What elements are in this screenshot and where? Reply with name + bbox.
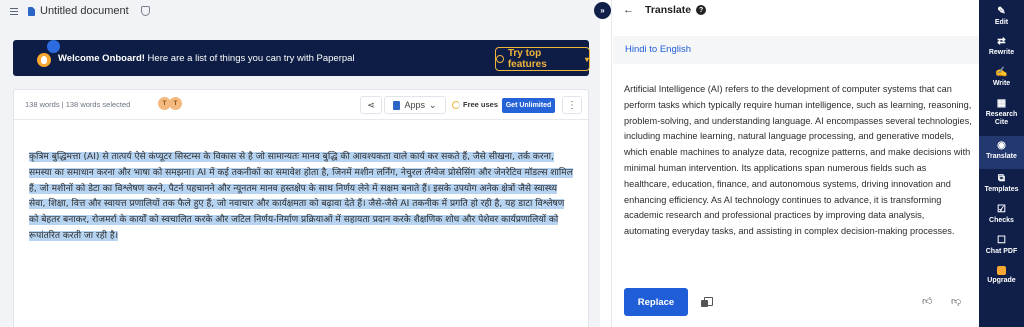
language-pair-label: Hindi to English <box>625 44 692 55</box>
editor-region: Untitled document Welcome Onboard! Here … <box>0 0 600 327</box>
rail-item-label: Write <box>992 80 1011 87</box>
avatar[interactable]: T <box>169 97 182 110</box>
back-arrow-icon[interactable]: ← <box>623 4 634 16</box>
rail-item-templates[interactable]: ⧉ Templates <box>979 173 1024 194</box>
rail-item-research-cite[interactable]: ▦ Research Cite <box>979 98 1024 127</box>
apps-dropdown[interactable]: Apps ⌄ <box>384 96 446 114</box>
rail-item-label: Chat PDF <box>985 248 1018 255</box>
rewrite-icon: ⇄ <box>997 36 1006 47</box>
rail-item-checks[interactable]: ☑ Checks <box>979 204 1024 225</box>
selected-text[interactable]: कृत्रिम बुद्धिमत्ता (AI) से तात्पर्य ऐसे… <box>29 152 573 241</box>
usage-meter-icon <box>452 100 460 109</box>
word-count: 138 words | 138 words selected <box>25 100 131 109</box>
free-uses-label: Free uses <box>463 100 499 109</box>
collaborator-avatars: T T <box>158 97 182 110</box>
rail-item-write[interactable]: ✍ Write <box>979 67 1024 88</box>
translated-text: Artificial Intelligence (AI) refers to t… <box>624 84 972 237</box>
tool-rail: ✎ Edit ⇄ Rewrite ✍ Write ▦ Research Cite… <box>979 0 1024 327</box>
banner-title: Welcome Onboard! <box>58 53 145 64</box>
edit-icon: ✎ <box>997 6 1006 17</box>
get-unlimited-button[interactable]: Get Unlimited <box>502 98 555 113</box>
chevron-down-icon: ⌄ <box>428 99 437 110</box>
rail-item-label: Edit <box>994 19 1009 26</box>
rail-item-label: Templates <box>984 186 1019 193</box>
translate-icon: ◉ <box>997 140 1006 151</box>
free-uses-indicator: Free uses <box>452 100 498 109</box>
translate-panel: ← Translate ? Hindi to English Artificia… <box>611 0 979 327</box>
rail-item-edit[interactable]: ✎ Edit <box>979 6 1024 27</box>
banner-description: Here are a list of things you can try wi… <box>144 53 355 64</box>
collapse-panel-button[interactable]: » <box>594 2 611 19</box>
rail-item-translate[interactable]: ◉ Translate <box>979 136 1024 169</box>
editor-card: 138 words | 138 words selected T T ⋖ App… <box>13 89 590 327</box>
panel-header: ← Translate ? <box>612 0 980 20</box>
document-icon <box>28 6 35 16</box>
share-button[interactable]: ⋖ <box>360 96 382 114</box>
banner-text: Welcome Onboard! Here are a list of thin… <box>58 53 355 64</box>
replace-button[interactable]: Replace <box>624 288 688 316</box>
apps-label: Apps <box>404 100 425 110</box>
editor-toolbar: 138 words | 138 words selected T T ⋖ App… <box>14 90 590 120</box>
document-content[interactable]: कृत्रिम बुद्धिमत्ता (AI) से तात्पर्य ऐसे… <box>29 150 574 245</box>
apps-icon <box>393 100 401 110</box>
chevron-down-icon: ▾ <box>584 54 589 64</box>
paperpal-logo-icon <box>37 53 51 67</box>
rail-item-label: Rewrite <box>988 49 1015 56</box>
language-selector[interactable]: Hindi to English <box>613 36 979 64</box>
rail-item-upgrade[interactable]: Upgrade <box>979 266 1024 285</box>
document-topbar: Untitled document <box>0 0 600 22</box>
try-top-features-label: Try top features <box>507 48 547 70</box>
more-options-button[interactable]: ⋮ <box>562 96 582 114</box>
help-icon[interactable]: ? <box>696 5 707 15</box>
thumbs-down-icon[interactable]: 👎︎ <box>951 295 961 307</box>
rail-item-label: Translate <box>986 153 1017 160</box>
templates-icon: ⧉ <box>997 173 1006 184</box>
document-title[interactable]: Untitled document <box>40 5 129 17</box>
checks-icon: ☑ <box>997 204 1006 215</box>
sparkle-icon <box>496 55 504 63</box>
share-icon: ⋖ <box>367 99 375 110</box>
rail-item-label: Research Cite <box>985 111 1018 126</box>
chat-pdf-icon: ☐ <box>997 235 1006 246</box>
copy-icon[interactable] <box>701 297 713 307</box>
rail-item-label: Checks <box>989 217 1014 224</box>
shield-icon[interactable] <box>140 6 150 16</box>
upgrade-icon <box>997 266 1006 275</box>
rail-item-chat-pdf[interactable]: ☐ Chat PDF <box>979 235 1024 256</box>
rail-item-label: Upgrade <box>987 277 1016 284</box>
panel-title: Translate <box>645 4 692 16</box>
banner-decoration-dot <box>47 40 60 53</box>
thumbs-up-icon[interactable]: 👍︎ <box>922 295 932 307</box>
menu-icon[interactable] <box>10 7 18 15</box>
rail-item-rewrite[interactable]: ⇄ Rewrite <box>979 36 1024 57</box>
double-chevron-right-icon: » <box>600 6 605 15</box>
write-icon: ✍ <box>995 67 1008 78</box>
research-icon: ▦ <box>996 98 1007 109</box>
onboarding-banner: Welcome Onboard! Here are a list of thin… <box>13 40 590 76</box>
try-top-features-button[interactable]: Try top features ▾ <box>495 47 590 71</box>
